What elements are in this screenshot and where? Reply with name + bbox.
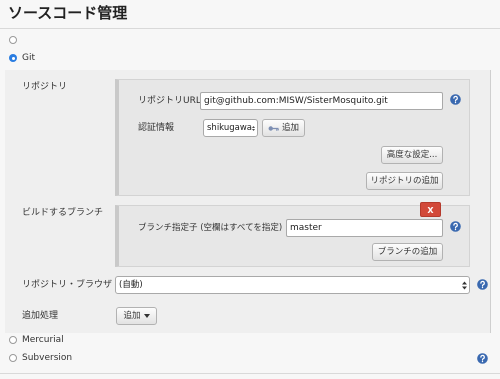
repository-browser-selected-value: (自動) [119,280,143,290]
branch-specifier-input[interactable]: master [286,219,443,237]
advanced-settings-button[interactable]: 高度な設定... [381,146,443,164]
scm-git-label[interactable]: Git [22,52,35,64]
branches-label: ビルドするブランチ [22,208,104,218]
add-credentials-label: 追加 [281,123,299,133]
scm-mercurial-label[interactable]: Mercurial [22,334,64,346]
scm-subversion-radio[interactable] [9,354,17,362]
scm-git-radio[interactable] [9,54,17,62]
page-title: ソースコード管理 [8,4,128,22]
help-icon[interactable] [450,94,461,105]
branch-specifier-label: ブランチ指定子 (空欄はすべてを指定) [138,223,283,233]
repository-browser-select[interactable]: (自動) [115,276,470,294]
scm-mercurial-radio[interactable] [9,336,17,344]
add-credentials-button[interactable]: 追加 [262,119,305,137]
title-divider [0,28,500,29]
chevron-down-icon [143,314,150,318]
credentials-label: 認証情報 [138,123,175,133]
add-behaviour-label: 追加 [123,311,141,321]
select-arrows-icon [462,281,467,289]
help-icon[interactable] [477,353,488,364]
repositories-label: リポジトリ [22,82,68,92]
credentials-select[interactable]: shikugawa [203,119,258,137]
additional-behaviours-label: 追加処理 [22,311,59,321]
help-icon[interactable] [477,279,488,290]
repository-browser-label: リポジトリ・ブラウザ [22,280,113,290]
delete-branch-button[interactable]: X [420,202,441,217]
add-repository-button[interactable]: リポジトリの追加 [366,172,443,190]
scm-subversion-label[interactable]: Subversion [22,352,72,364]
add-behaviour-button[interactable]: 追加 [116,307,157,325]
credentials-selected-value: shikugawa [207,123,252,133]
scm-none-radio[interactable] [9,36,17,44]
bottom-divider [0,373,500,374]
help-icon[interactable] [450,221,461,232]
key-icon [268,125,279,131]
select-arrows-icon [252,125,255,131]
add-branch-button[interactable]: ブランチの追加 [372,243,443,261]
repository-url-label: リポジトリURL [138,96,201,106]
repository-url-input[interactable]: git@github.com:MISW/SisterMosquito.git [200,92,443,110]
